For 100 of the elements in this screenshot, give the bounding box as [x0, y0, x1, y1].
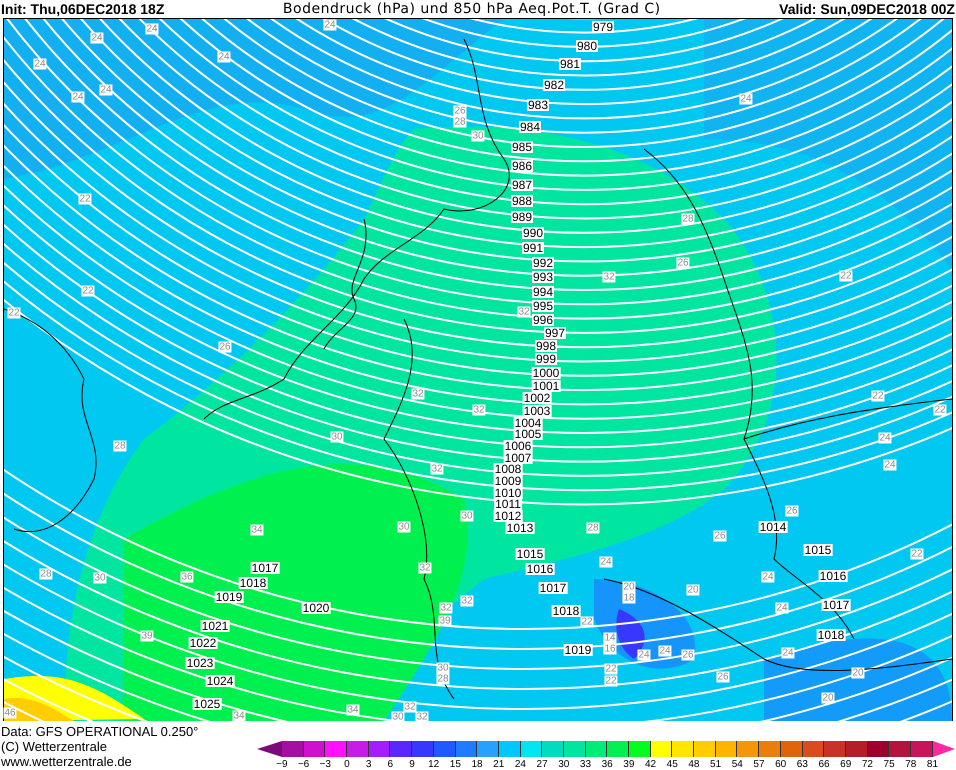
- isobar-label: 991: [522, 242, 544, 254]
- legend-tick-label: −6: [296, 759, 310, 770]
- temperature-label: 22: [580, 616, 594, 628]
- isobar-label: 990: [522, 226, 544, 239]
- isobar-label: 999: [534, 352, 558, 365]
- temperature-label: 30: [330, 431, 344, 442]
- temperature-label: 22: [7, 307, 21, 318]
- legend-tick-label: 18: [470, 759, 484, 770]
- isobar-label: 992: [532, 256, 554, 269]
- temperature-label: 39: [438, 615, 452, 626]
- temperature-label: 16: [603, 643, 617, 654]
- legend-tick-label: 78: [904, 759, 918, 770]
- temperature-label: 20: [686, 584, 700, 596]
- map-title: Bodendruck (hPa) und 850 hPa Aeq.Pot.T. (Grad C): [282, 2, 661, 16]
- temperature-label: 24: [637, 649, 651, 660]
- isobar-label: 983: [526, 98, 550, 111]
- legend-tick-label: 21: [492, 759, 506, 770]
- isobar-label: 979: [592, 20, 614, 33]
- temperature-label: 26: [218, 341, 232, 352]
- legend-tick-label: 63: [796, 759, 809, 770]
- temperature-label: 30: [391, 711, 405, 722]
- temperature-label: 30: [471, 130, 485, 142]
- temperature-label: 34: [232, 710, 246, 722]
- legend-tick-label: 48: [687, 759, 700, 770]
- temperature-label: 32: [472, 404, 486, 416]
- isobar-label: 1019: [564, 644, 592, 656]
- temperature-label: 32: [517, 306, 531, 318]
- isobar-label: 986: [510, 160, 534, 172]
- temperature-label: 26: [453, 105, 467, 116]
- legend-tick-label: 9: [408, 759, 416, 770]
- temperature-label: 34: [346, 704, 360, 716]
- isobar-label: 1000: [532, 366, 560, 379]
- temperature-label: 36: [180, 571, 194, 582]
- isobar-label: 1025: [192, 698, 222, 710]
- isobar-label: 1021: [200, 620, 230, 632]
- legend-tick-label: 45: [666, 759, 679, 770]
- isobar-label: 1017: [250, 562, 280, 574]
- temperature-label: 28: [39, 568, 53, 580]
- temperature-label: 18: [622, 592, 636, 604]
- isobar-label: 987: [510, 178, 534, 191]
- temperature-label: 30: [397, 521, 411, 532]
- legend-tick-label: 66: [817, 759, 831, 770]
- isobar-label: 1006: [504, 440, 532, 452]
- temperature-label: 26: [716, 671, 730, 682]
- temperature-label: 22: [81, 285, 95, 296]
- isobar-label: 1015: [804, 544, 832, 556]
- temperature-label: 24: [99, 84, 113, 96]
- legend-tick-label: 54: [730, 759, 744, 770]
- isobar-label: 1009: [494, 474, 522, 487]
- isobar-label: 1014: [758, 520, 788, 533]
- legend-tick-label: 24: [514, 759, 527, 770]
- temperature-label: 24: [71, 91, 85, 102]
- temperature-label: 24: [217, 51, 231, 62]
- temperature-label: 24: [775, 602, 789, 614]
- legend-tick-label: −9: [275, 759, 289, 770]
- isobar-label: 1019: [214, 590, 244, 603]
- temperature-label: 20: [622, 581, 636, 592]
- legend-tick-label: −3: [318, 759, 332, 770]
- isobar-label: 989: [510, 210, 534, 223]
- temperature-label: 22: [910, 548, 924, 560]
- isobar-label: 1017: [822, 598, 850, 611]
- legend-tick-label: 75: [882, 759, 896, 770]
- footer-text: www.wetterzentrale.de: [1, 754, 133, 769]
- init-time: Init: Thu,06DEC2018 18Z: [1, 2, 164, 16]
- legend-tick-label: 51: [709, 759, 722, 770]
- isobar-label: 996: [532, 314, 554, 326]
- legend-tick-label: 36: [600, 759, 614, 770]
- legend-tick-label: 42: [644, 759, 658, 770]
- temperature-label: 26: [713, 530, 727, 542]
- temperature-label: 24: [323, 19, 337, 30]
- isobar-label: 1018: [552, 604, 580, 617]
- isobar-label: 1016: [818, 570, 848, 582]
- temperature-label: 22: [604, 675, 618, 686]
- isobar-label: 980: [576, 40, 598, 52]
- isobar-label: 1023: [186, 656, 214, 669]
- temperature-label: 24: [883, 459, 897, 470]
- legend-tick-label: 72: [860, 759, 874, 770]
- temperature-label: 32: [602, 271, 616, 282]
- temperature-label: 28: [586, 522, 600, 534]
- legend-tick-label: 3: [364, 759, 372, 770]
- valid-time: Valid: Sun,09DEC2018 00Z: [779, 2, 955, 16]
- legend-tick-label: 81: [926, 759, 940, 770]
- legend-tick-label: 6: [386, 759, 394, 770]
- isobar-label: 994: [532, 286, 554, 298]
- temperature-label: 24: [781, 647, 795, 658]
- isobar-label: 1024: [206, 674, 234, 687]
- legend-tick-label: 39: [622, 759, 636, 770]
- footer-text: Data: GFS OPERATIONAL 0.250°: [1, 724, 200, 739]
- legend-tick-label: 69: [839, 759, 852, 770]
- isobar-label: 1008: [494, 462, 522, 475]
- isobar-label: 1018: [816, 628, 846, 641]
- isobar-label: 1005: [514, 428, 542, 440]
- legend-tick-label: 57: [752, 759, 766, 770]
- temperature-label: 20: [851, 667, 865, 678]
- temperature-label: 28: [436, 673, 450, 684]
- temperature-label: 32: [460, 595, 474, 606]
- isobar-label: 988: [510, 194, 534, 207]
- legend-tick-label: 0: [343, 759, 351, 770]
- temperature-label: 22: [871, 390, 885, 402]
- temperature-label: 32: [418, 562, 432, 574]
